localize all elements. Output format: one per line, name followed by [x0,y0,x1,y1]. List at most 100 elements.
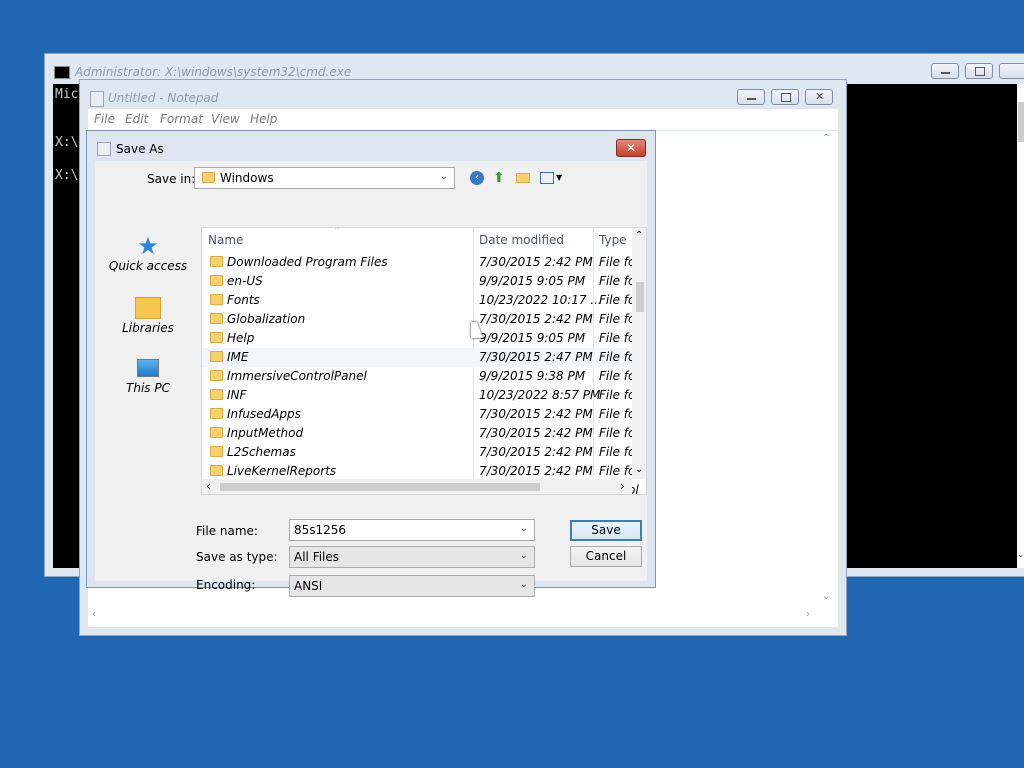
file-row[interactable]: IME 7/30/2015 2:47 PM File fol [202,348,639,367]
cmd-icon [54,66,70,79]
libraries-place[interactable]: Libraries [103,295,193,345]
notepad-menubar: File Edit Format View Help [88,109,838,130]
date-modified-cell: 7/30/2015 2:42 PM [479,426,593,440]
cmd-line: X:\ [55,135,79,150]
cmd-minimize-button[interactable] [931,63,959,79]
chevron-down-icon: ⌄ [519,579,528,590]
menu-file[interactable]: File [94,112,115,126]
file-row[interactable]: Globalization 7/30/2015 2:42 PM File fol [202,310,639,329]
save-in-combo[interactable]: Windows ⌄ [194,167,455,189]
menu-help[interactable]: Help [250,112,277,126]
save-type-select[interactable]: All Files ⌄ [289,546,535,568]
folder-icon [210,275,223,286]
scroll-up-icon[interactable]: ⌃ [635,230,643,241]
encoding-select[interactable]: ANSI ⌄ [289,575,535,597]
file-name-cell: InputMethod [227,426,304,440]
cmd-close-button[interactable] [999,63,1024,79]
file-row[interactable]: Downloaded Program Files 7/30/2015 2:42 P… [202,253,639,272]
file-list[interactable]: Name ⌃ Date modified Type Downloaded Pro… [201,227,647,495]
this-pc-place[interactable]: This PC [103,355,193,405]
cmd-maximize-button[interactable] [965,63,993,79]
encoding-label: Encoding: [196,578,256,592]
column-type[interactable]: Type [599,233,627,247]
scroll-left-icon[interactable]: ‹ [92,609,96,620]
notepad-minimize-button[interactable] [737,89,765,105]
folder-icon [210,370,223,381]
chevron-down-icon[interactable]: ▼ [556,173,562,182]
place-label: Quick access [108,259,188,273]
column-name[interactable]: Name [208,233,243,247]
new-folder-icon[interactable] [516,173,530,183]
scroll-up-icon[interactable]: ⌃ [822,133,830,144]
date-modified-cell: 7/30/2015 2:42 PM [479,407,593,421]
scroll-thumb[interactable] [636,282,644,312]
folder-icon [210,408,223,419]
scroll-left-icon[interactable]: ‹ [206,479,211,493]
scroll-right-icon[interactable]: › [806,609,810,620]
file-name-cell: Globalization [227,312,306,326]
folder-icon [210,389,223,400]
file-row[interactable]: Fonts 10/23/2022 10:17 ... File fol [202,291,639,310]
menu-format[interactable]: Format [160,112,203,126]
dialog-title: Save As [116,142,164,156]
folder-icon [210,351,223,362]
date-modified-cell: 10/23/2022 10:17 ... [479,293,602,307]
scroll-down-icon[interactable]: ⌄ [822,591,830,602]
date-modified-cell: 9/9/2015 9:05 PM [479,274,586,288]
dialog-close-button[interactable]: ✕ [616,139,646,157]
file-row[interactable]: ImmersiveControlPanel 9/9/2015 9:38 PM Fil… [202,367,639,386]
computer-icon [137,359,159,377]
notepad-icon [90,91,104,107]
folder-icon [202,172,215,183]
folder-icon [210,294,223,305]
scroll-thumb[interactable] [220,483,540,491]
file-name-cell: INF [227,388,247,402]
scroll-down-icon[interactable]: ⌄ [635,464,643,475]
file-row[interactable]: InfusedApps 7/30/2015 2:42 PM File fol [202,405,639,424]
notepad-close-button[interactable]: ✕ [805,89,833,105]
cmd-line: X:\ [55,168,79,183]
chevron-down-icon: ⌄ [519,550,528,561]
file-row[interactable]: L2Schemas 7/30/2015 2:42 PM File fol [202,443,639,462]
mouse-pointer-icon [471,322,483,338]
menu-view[interactable]: View [211,112,240,126]
file-name-cell: ImmersiveControlPanel [227,369,367,383]
file-row[interactable]: Help 9/9/2015 9:05 PM File fol [202,329,639,348]
file-name-label: File name: [196,524,258,538]
date-modified-cell: 7/30/2015 2:42 PM [479,255,593,269]
file-name-cell: L2Schemas [227,445,296,459]
folder-icon [210,446,223,457]
save-in-value: Windows [220,171,274,185]
date-modified-cell: 7/30/2015 2:47 PM [479,350,593,364]
file-row[interactable]: INF 10/23/2022 8:57 PM File fol [202,386,639,405]
file-name-cell: InfusedApps [227,407,301,421]
up-folder-icon[interactable]: ⬆ [493,170,505,186]
vertical-scrollbar[interactable]: ⌃ ⌄ [632,228,646,479]
file-name-cell: Downloaded Program Files [227,255,388,269]
cancel-button[interactable]: Cancel [570,546,642,567]
quick-access-place[interactable]: ★ Quick access [103,233,193,283]
back-icon[interactable]: ‹ [470,171,484,185]
scroll-right-icon[interactable]: › [620,479,625,493]
file-row[interactable]: en-US 9/9/2015 9:05 PM File fol [202,272,639,291]
file-name-cell: Help [227,331,255,345]
menu-edit[interactable]: Edit [125,112,148,126]
sort-ascending-icon: ⌃ [333,227,341,236]
place-label: This PC [126,381,170,395]
save-in-label: Save in: [147,172,196,186]
file-name-cell: LiveKernelReports [227,464,337,478]
view-menu-icon[interactable] [540,172,554,184]
horizontal-scrollbar[interactable]: ‹ › [202,479,632,494]
column-date-modified[interactable]: Date modified [479,233,564,247]
cmd-scrollbar[interactable]: ⌄ [1017,84,1024,568]
save-button[interactable]: Save [570,520,642,541]
file-row[interactable]: InputMethod 7/30/2015 2:42 PM File fol [202,424,639,443]
date-modified-cell: 7/30/2015 2:42 PM [479,445,593,459]
file-name-input[interactable]: 85s1256 ⌄ [289,519,535,541]
file-name-cell: Fonts [227,293,260,307]
chevron-down-icon[interactable]: ⌄ [520,523,528,534]
scroll-down-icon[interactable]: ⌄ [1017,550,1024,560]
notepad-maximize-button[interactable] [771,89,799,105]
libraries-icon [135,297,161,319]
date-modified-cell: 9/9/2015 9:38 PM [479,369,586,383]
